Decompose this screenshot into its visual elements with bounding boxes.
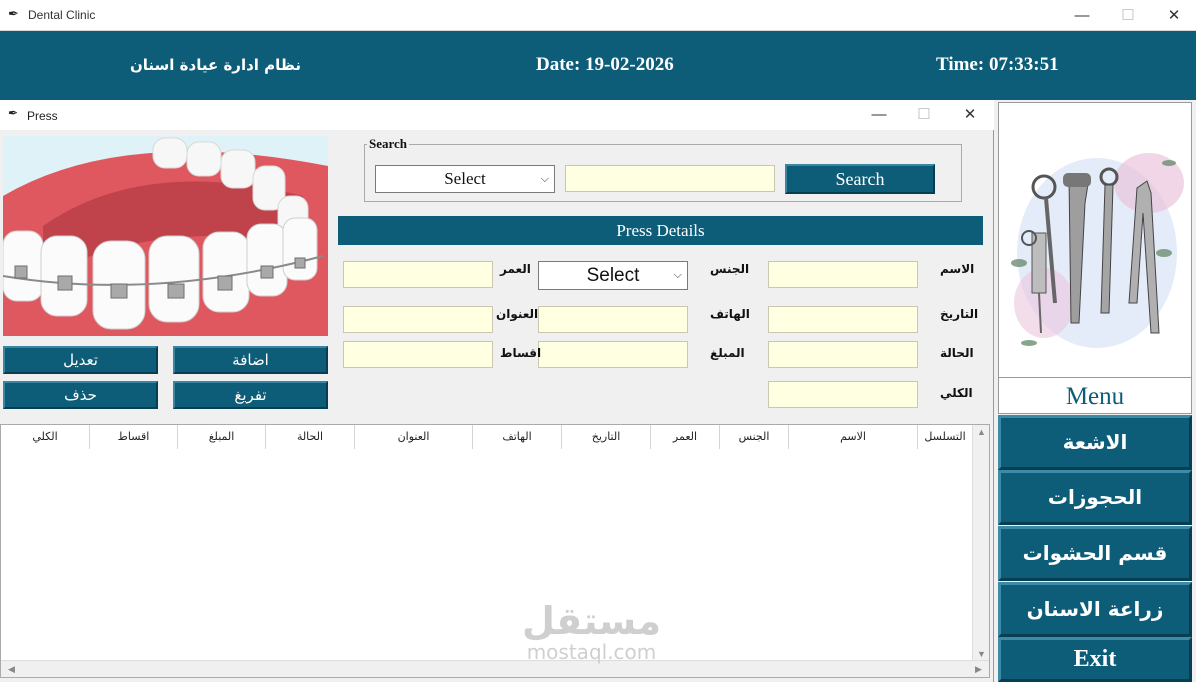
feather-icon: ✒ — [8, 106, 19, 120]
dental-tools-image — [998, 102, 1192, 378]
column-header[interactable]: العمر — [651, 425, 720, 449]
minimize-button[interactable]: — — [1059, 0, 1105, 31]
scroll-down-icon[interactable]: ▼ — [973, 649, 990, 659]
phone-label: الهاتف — [710, 307, 750, 321]
column-header[interactable]: الاسم — [789, 425, 918, 449]
braces-teeth-image — [3, 136, 328, 336]
press-details-header: Press Details — [338, 216, 983, 245]
total-field[interactable] — [768, 381, 918, 408]
add-button[interactable]: اضافة — [173, 346, 328, 374]
horizontal-scrollbar[interactable]: ◀ ▶ — [1, 660, 989, 677]
window-title: Dental Clinic — [28, 8, 96, 22]
watermark: مستقل mostaql.com — [522, 600, 661, 662]
status-label: الحالة — [940, 346, 974, 360]
scroll-up-icon[interactable]: ▲ — [973, 427, 990, 437]
age-label: العمر — [500, 262, 531, 276]
column-header[interactable]: التسلسل — [918, 425, 973, 449]
scroll-right-icon[interactable]: ▶ — [970, 664, 987, 675]
press-close-button[interactable]: ✕ — [947, 100, 993, 130]
press-window-title: Press — [27, 109, 58, 123]
total-label: الكلي — [940, 386, 973, 400]
search-select-value: Select — [444, 169, 486, 188]
search-input[interactable] — [565, 165, 775, 192]
column-header[interactable]: التاريخ — [562, 425, 651, 449]
press-window-titlebar: ✒ Press — ☐ ✕ — [0, 100, 994, 130]
window-titlebar: ✒ Dental Clinic — ☐ ✕ — [0, 0, 1196, 31]
delete-button[interactable]: حذف — [3, 381, 158, 409]
address-field[interactable] — [343, 306, 493, 333]
chevron-down-icon: ⌵ — [540, 173, 549, 185]
address-label: العنوان — [496, 307, 539, 321]
menu-implants-button[interactable]: زراعة الاسنان — [998, 582, 1192, 637]
amount-label: المبلغ — [710, 346, 745, 360]
menu-exit-button[interactable]: Exit — [998, 637, 1192, 682]
scroll-left-icon[interactable]: ◀ — [3, 664, 20, 675]
maximize-button[interactable]: ☐ — [1105, 0, 1151, 31]
amount-field[interactable] — [538, 341, 688, 368]
column-header[interactable]: الجنس — [720, 425, 789, 449]
time-display: Time: 07:33:51 — [936, 54, 1059, 75]
date-label: التاريخ — [940, 307, 979, 321]
date-field[interactable] — [768, 306, 918, 333]
watermark-latin: mostaql.com — [526, 640, 657, 664]
edit-button[interactable]: تعديل — [3, 346, 158, 374]
column-header[interactable]: المبلغ — [178, 425, 266, 449]
column-header[interactable]: اقساط — [90, 425, 178, 449]
name-field[interactable] — [768, 261, 918, 288]
search-group-label: Search — [369, 136, 408, 151]
gender-select[interactable]: Select ⌵ — [538, 261, 688, 290]
phone-field[interactable] — [538, 306, 688, 333]
search-button[interactable]: Search — [785, 164, 935, 194]
menu-fillings-button[interactable]: قسم الحشوات — [998, 526, 1192, 581]
watermark-arabic: مستقل — [522, 599, 661, 643]
column-header[interactable]: العنوان — [355, 425, 473, 449]
menu-panel: Menu الاشعة الحجوزات قسم الحشوات زراعة ا… — [996, 101, 1196, 682]
header-banner: نظام ادارة عيادة اسنان Date: 19-02-2026 … — [0, 31, 1196, 100]
date-display: Date: 19-02-2026 — [536, 54, 674, 75]
close-button[interactable]: ✕ — [1151, 0, 1196, 31]
column-header[interactable]: الهاتف — [473, 425, 562, 449]
menu-title: Menu — [998, 377, 1192, 414]
gender-select-value: Select — [586, 265, 640, 286]
feather-icon: ✒ — [8, 6, 19, 21]
chevron-down-icon: ⌵ — [673, 269, 682, 281]
system-name: نظام ادارة عيادة اسنان — [130, 56, 302, 74]
column-header[interactable]: الكلي — [1, 425, 90, 449]
column-header[interactable]: الحالة — [266, 425, 355, 449]
installments-label: اقساط — [500, 346, 542, 360]
installments-field[interactable] — [343, 341, 493, 368]
name-label: الاسم — [940, 262, 975, 276]
age-field[interactable] — [343, 261, 493, 288]
search-field-select[interactable]: Select ⌵ — [375, 165, 555, 193]
menu-xray-button[interactable]: الاشعة — [998, 415, 1192, 470]
records-table[interactable]: التسلسل الاسم الجنس العمر التاريخ الهاتف… — [0, 424, 990, 678]
menu-bookings-button[interactable]: الحجوزات — [998, 470, 1192, 525]
press-maximize-button[interactable]: ☐ — [901, 100, 947, 130]
vertical-scrollbar[interactable]: ▲ ▼ — [972, 425, 989, 661]
gender-label: الجنس — [710, 262, 750, 276]
status-field[interactable] — [768, 341, 918, 368]
clear-button[interactable]: تفريغ — [173, 381, 328, 409]
press-minimize-button[interactable]: — — [856, 100, 902, 130]
